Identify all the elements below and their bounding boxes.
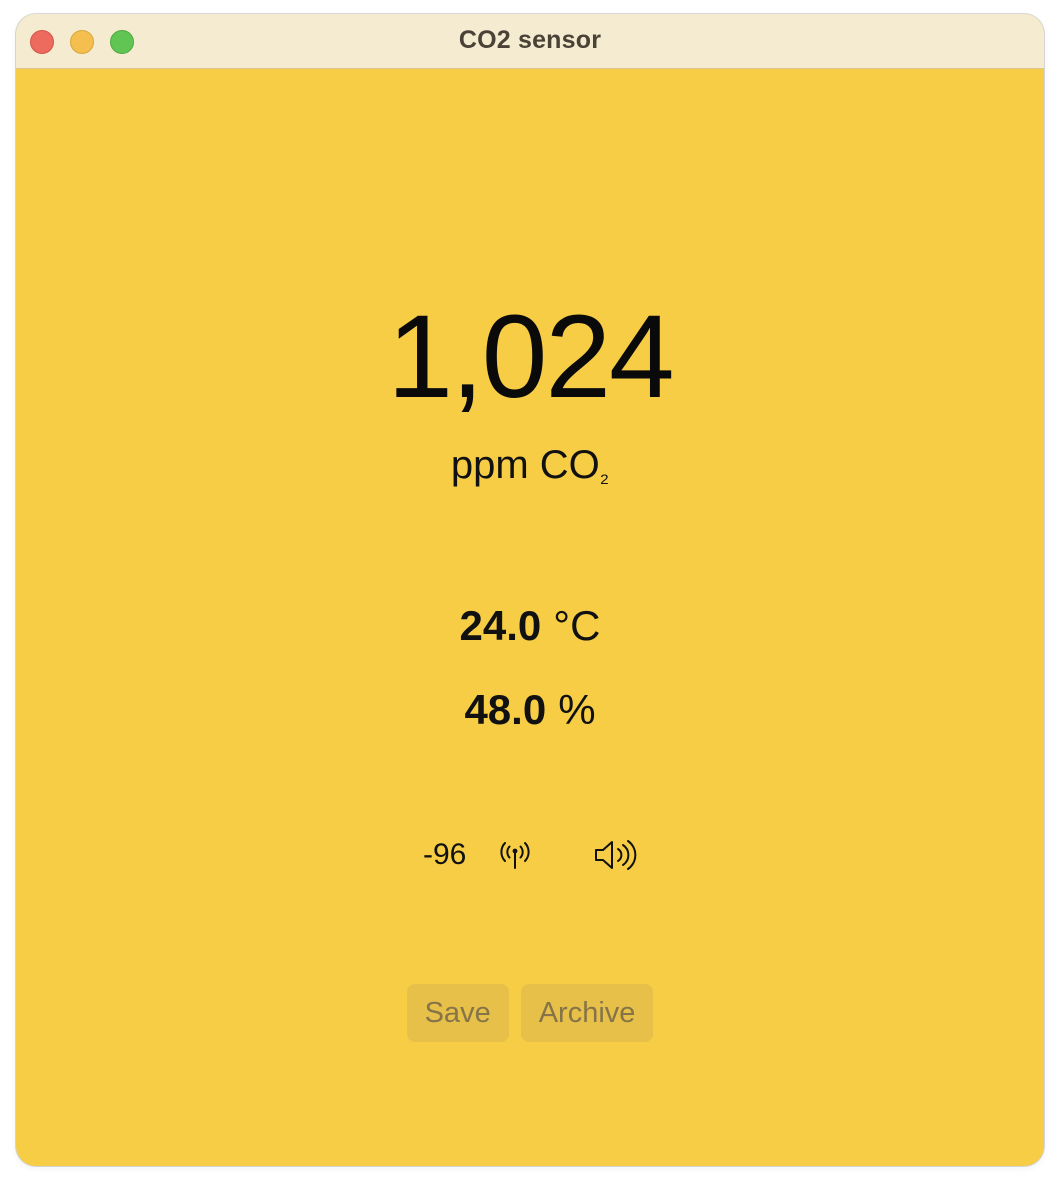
humidity-reading: 48.0%	[16, 685, 1044, 735]
co2-unit-subscript: ₂	[599, 461, 610, 488]
sensor-panel: 1,024 ppm CO₂ 24.0 °C 48.0% -96 Save Arc…	[16, 69, 1044, 1166]
window-title: CO2 sensor	[458, 26, 602, 54]
status-row: -96	[16, 837, 1044, 881]
temperature-reading: 24.0 °C	[16, 601, 1044, 651]
save-button[interactable]: Save	[406, 984, 509, 1042]
title-bar: CO2 sensor	[16, 14, 1044, 69]
humidity-unit: %	[558, 686, 596, 733]
temperature-value: 24.0	[459, 602, 542, 649]
co2-unit-text: ppm CO	[450, 443, 600, 487]
co2-reading: 1,024	[387, 291, 674, 423]
archive-button[interactable]: Archive	[520, 984, 654, 1042]
humidity-value: 48.0	[464, 686, 547, 733]
temperature-unit: °C	[553, 602, 601, 649]
co2-unit: ppm CO₂	[16, 441, 1044, 489]
action-buttons: Save Archive	[16, 984, 1044, 1042]
signal-strength-value: -96	[422, 838, 467, 872]
antenna-icon	[500, 842, 530, 870]
speaker-icon[interactable]	[593, 839, 637, 871]
app-window: CO2 sensor 1,024 ppm CO₂ 24.0 °C 48.0% -9…	[16, 14, 1044, 1166]
